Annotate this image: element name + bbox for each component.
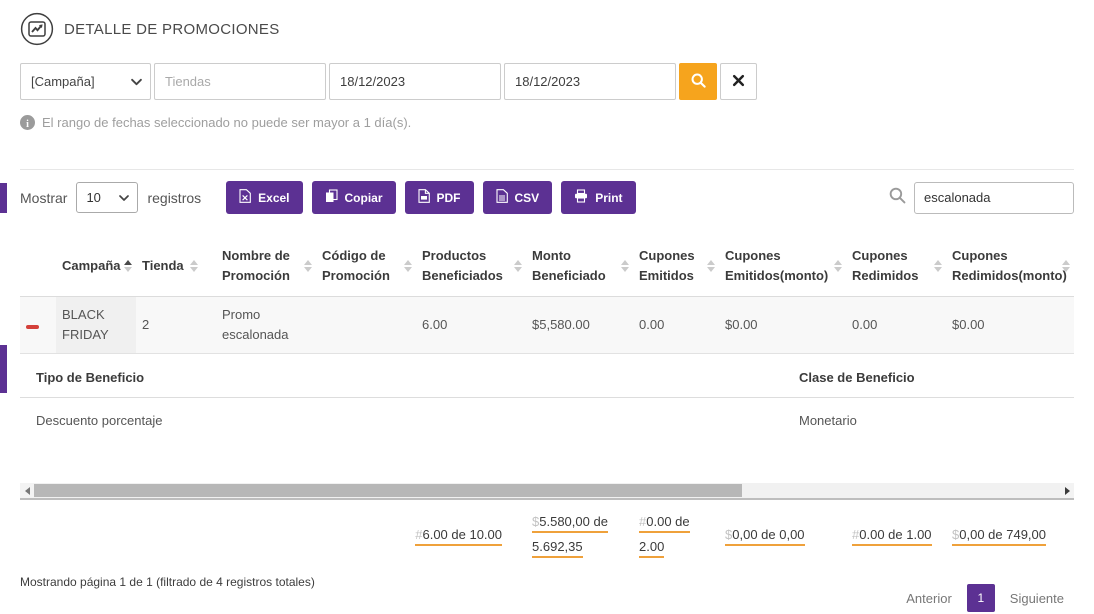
benefit-class-value: Monetario <box>799 413 1074 428</box>
table-toolbar: Mostrar 10 registros Excel <box>20 170 1074 224</box>
info-icon <box>20 115 35 130</box>
date-range-note: El rango de fechas seleccionado no puede… <box>20 115 1074 130</box>
sort-icon <box>304 260 312 272</box>
page-size-wrap: 10 <box>76 182 138 213</box>
left-accent-bar-detail <box>0 345 7 393</box>
close-icon <box>732 74 745 90</box>
row-detail: Tipo de Beneficio Clase de Beneficio Des… <box>20 354 1074 479</box>
printer-icon <box>574 189 588 206</box>
info-text: El rango de fechas seleccionado no puede… <box>42 115 411 130</box>
campaign-select-wrap: [Campaña] <box>20 63 151 100</box>
scrollbar-track[interactable] <box>34 483 1060 498</box>
sort-icon <box>621 260 629 272</box>
column-header-productos-beneficiados[interactable]: Productos Beneficiados <box>416 236 526 297</box>
benefit-type-label: Tipo de Beneficio <box>36 370 799 385</box>
pagination-summary: Mostrando página 1 de 1 (filtrado de 4 r… <box>20 571 315 589</box>
filter-bar: [Campaña] <box>20 63 1074 100</box>
column-header-cupones-emitidos[interactable]: Cupones Emitidos <box>633 236 719 297</box>
cell-monto-beneficiado: $5,580.00 <box>526 297 633 354</box>
totals-table: #6.00 de 10.00 $5.580,00 de 5.692,35 #0.… <box>20 500 1074 565</box>
scroll-left-arrow-icon[interactable] <box>20 483 34 498</box>
sort-icon <box>1062 260 1070 272</box>
date-from-input[interactable] <box>329 63 501 100</box>
previous-page-button[interactable]: Anterior <box>906 591 952 606</box>
pagination: Anterior 1 Siguiente <box>906 584 1074 612</box>
copy-icon <box>325 189 338 206</box>
column-header-cupones-emitidos-monto[interactable]: Cupones Emitidos(monto) <box>719 236 846 297</box>
datatable-container: Mostrar 10 registros Excel <box>20 169 1074 612</box>
column-header-nombre-promocion[interactable]: Nombre de Promoción <box>216 236 316 297</box>
campaign-select[interactable]: [Campaña] <box>20 63 151 100</box>
cell-codigo-promocion <box>316 297 416 354</box>
sort-icon <box>190 260 198 272</box>
left-accent-bar-toolbar <box>0 183 7 213</box>
sort-icon <box>707 260 715 272</box>
total-cupones-redimidos: #0.00 de 1.00 <box>846 500 946 565</box>
column-header-cupones-redimidos-monto[interactable]: Cupones Redimidos(monto) <box>946 236 1074 297</box>
column-header-campana[interactable]: Campaña <box>56 236 136 297</box>
csv-button[interactable]: CSV <box>483 181 553 214</box>
total-monto-beneficiado: $5.580,00 de 5.692,35 <box>526 500 633 565</box>
csv-file-icon <box>496 189 508 206</box>
promotions-table: Campaña Tienda Nombre de Promoción Códig… <box>20 236 1074 478</box>
pdf-button[interactable]: PDF <box>405 181 474 214</box>
excel-button[interactable]: Excel <box>226 181 302 214</box>
date-to-input[interactable] <box>504 63 676 100</box>
benefit-class-label: Clase de Beneficio <box>799 370 1074 385</box>
cell-campana: BLACK FRIDAY <box>56 297 136 354</box>
cell-tienda: 2 <box>136 297 216 354</box>
scrollbar-thumb[interactable] <box>34 484 742 497</box>
show-entries-label: Mostrar <box>20 190 67 206</box>
promotions-detail-page: DETALLE DE PROMOCIONES [Campaña] El <box>0 0 1094 614</box>
collapse-row-minus-icon[interactable] <box>26 325 39 329</box>
sort-icon <box>404 260 412 272</box>
next-page-button[interactable]: Siguiente <box>1010 591 1064 606</box>
search-icon <box>690 72 707 92</box>
column-header-monto-beneficiado[interactable]: Monto Beneficiado <box>526 236 633 297</box>
column-header-codigo-promocion[interactable]: Código de Promoción <box>316 236 416 297</box>
column-header-cupones-redimidos[interactable]: Cupones Redimidos <box>846 236 946 297</box>
cell-cupones-emitidos: 0.00 <box>633 297 719 354</box>
current-page-button[interactable]: 1 <box>967 584 995 612</box>
sort-icon <box>514 260 522 272</box>
trending-up-icon <box>20 12 54 46</box>
stores-input[interactable] <box>154 63 326 100</box>
expand-column-header <box>20 236 56 297</box>
total-cupones-emitidos-monto: $0,00 de 0,00 <box>719 500 846 565</box>
search-icon <box>888 186 907 210</box>
cell-cupones-redimidos-monto: $0.00 <box>946 297 1074 354</box>
excel-file-icon <box>239 189 251 206</box>
copy-button[interactable]: Copiar <box>312 181 396 214</box>
cell-nombre-promocion: Promo escalonada <box>216 297 316 354</box>
print-button[interactable]: Print <box>561 181 635 214</box>
cell-cupones-redimidos: 0.00 <box>846 297 946 354</box>
sort-asc-icon <box>124 260 132 272</box>
page-header: DETALLE DE PROMOCIONES <box>0 0 1094 46</box>
cell-cupones-emitidos-monto: $0.00 <box>719 297 846 354</box>
sort-icon <box>834 260 842 272</box>
scroll-right-arrow-icon[interactable] <box>1060 483 1074 498</box>
pdf-file-icon <box>418 189 430 206</box>
page-size-select[interactable]: 10 <box>76 182 138 213</box>
table-search-input[interactable] <box>914 182 1074 214</box>
totals-row: #6.00 de 10.00 $5.580,00 de 5.692,35 #0.… <box>20 500 1074 565</box>
page-title: DETALLE DE PROMOCIONES <box>64 21 280 38</box>
horizontal-scrollbar[interactable] <box>20 483 1074 500</box>
detail-values-row: Descuento porcentaje Monetario <box>20 398 1074 428</box>
benefit-type-value: Descuento porcentaje <box>36 413 799 428</box>
filter-search-button[interactable] <box>679 63 717 100</box>
column-header-tienda[interactable]: Tienda <box>136 236 216 297</box>
clear-filters-button[interactable] <box>720 63 757 100</box>
total-cupones-redimidos-monto: $0,00 de 749,00 <box>946 500 1074 565</box>
table-row: BLACK FRIDAY 2 Promo escalonada 6.00 $5,… <box>20 297 1074 354</box>
sort-icon <box>934 260 942 272</box>
table-footer: Mostrando página 1 de 1 (filtrado de 4 r… <box>20 571 1074 612</box>
total-productos-beneficiados: #6.00 de 10.00 <box>316 500 526 565</box>
records-label: registros <box>147 190 201 206</box>
table-header-row: Campaña Tienda Nombre de Promoción Códig… <box>20 236 1074 297</box>
detail-labels-row: Tipo de Beneficio Clase de Beneficio <box>20 354 1074 398</box>
export-buttons: Excel Copiar PDF <box>226 181 635 214</box>
total-cupones-emitidos: #0.00 de 2.00 <box>633 500 719 565</box>
cell-productos-beneficiados: 6.00 <box>416 297 526 354</box>
